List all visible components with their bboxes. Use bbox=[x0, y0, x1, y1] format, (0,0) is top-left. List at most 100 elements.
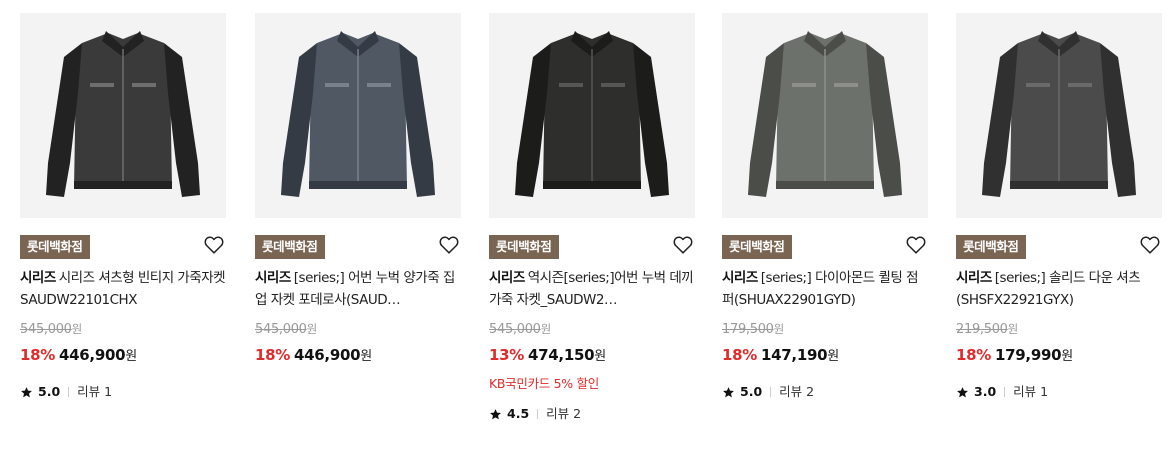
product-card-3: 롯데백화점 시리즈 역시즌[series;]어번 누벅 데끼 가죽 자켓_SAUD… bbox=[489, 13, 695, 453]
product-image-link[interactable] bbox=[956, 13, 1162, 218]
review-count[interactable]: 리뷰 2 bbox=[546, 406, 581, 422]
review-summary: 5.0 리뷰 1 bbox=[20, 384, 226, 400]
review-summary: 5.0 리뷰 2 bbox=[722, 384, 928, 400]
brand-name: 시리즈 bbox=[489, 270, 525, 286]
product-image-link[interactable] bbox=[489, 13, 695, 218]
review-count[interactable]: 리뷰 1 bbox=[77, 384, 112, 400]
wishlist-heart-icon[interactable] bbox=[905, 234, 927, 256]
nubuck-blazer-photo bbox=[489, 13, 695, 218]
discount-rate: 18% bbox=[722, 346, 758, 364]
rating-value: 4.5 bbox=[507, 406, 530, 421]
discount-rate: 13% bbox=[489, 346, 525, 364]
star-filled-icon bbox=[723, 386, 734, 397]
badge-row: 롯데백화점 bbox=[489, 235, 695, 262]
store-badge: 롯데백화점 bbox=[722, 235, 792, 259]
discount-rate: 18% bbox=[956, 346, 992, 364]
wishlist-heart-icon[interactable] bbox=[672, 234, 694, 256]
product-title-link[interactable]: 시리즈 시리즈 셔츠형 빈티지 가죽자켓 SAUDW22101CHX bbox=[20, 267, 226, 311]
review-summary: 3.0 리뷰 1 bbox=[956, 384, 1162, 400]
star-icon bbox=[20, 386, 33, 399]
heart-outline-icon bbox=[204, 236, 224, 254]
original-price: 545,000원 bbox=[489, 320, 695, 339]
product-image-link[interactable] bbox=[20, 13, 226, 218]
original-price: 545,000원 bbox=[255, 320, 461, 339]
store-badge: 롯데백화점 bbox=[20, 235, 90, 259]
sale-price-currency: 원 bbox=[360, 349, 372, 364]
brand-name: 시리즈 bbox=[255, 270, 291, 286]
original-price-currency: 원 bbox=[1007, 322, 1019, 336]
rating-value: 5.0 bbox=[38, 384, 61, 399]
product-title-link[interactable]: 시리즈 [series;] 어번 누벅 양가죽 집업 자켓 포데로사(SAUD… bbox=[255, 267, 461, 311]
star-filled-icon bbox=[490, 408, 501, 419]
original-price-value: 545,000 bbox=[489, 322, 541, 337]
down-shirt-jacket-photo bbox=[956, 13, 1162, 218]
store-badge: 롯데백화점 bbox=[489, 235, 559, 259]
product-title-link[interactable]: 시리즈 [series;] 다이아몬드 퀼팅 점퍼(SHUAX22901GYD) bbox=[722, 267, 928, 311]
sale-price-currency: 원 bbox=[125, 349, 137, 364]
product-title-link[interactable]: 시리즈 역시즌[series;]어번 누벅 데끼 가죽 자켓_SAUDW2… bbox=[489, 267, 695, 311]
review-divider bbox=[68, 387, 70, 397]
sale-price-row: 18% 179,990원 bbox=[956, 345, 1162, 367]
original-price: 545,000원 bbox=[20, 320, 226, 339]
product-card-4: 롯데백화점 시리즈 [series;] 다이아몬드 퀼팅 점퍼(SHUAX2290… bbox=[722, 13, 928, 453]
original-price-currency: 원 bbox=[306, 322, 318, 336]
badge-row: 롯데백화점 bbox=[255, 235, 461, 262]
sale-price-currency: 원 bbox=[1061, 349, 1073, 364]
wishlist-heart-icon[interactable] bbox=[203, 234, 225, 256]
sale-price-value: 474,150 bbox=[528, 346, 595, 364]
star-icon bbox=[489, 408, 502, 421]
heart-outline-icon bbox=[1140, 236, 1160, 254]
sale-price-currency: 원 bbox=[594, 349, 606, 364]
sale-price-row: 18% 147,190원 bbox=[722, 345, 928, 367]
original-price-value: 545,000 bbox=[20, 322, 72, 337]
sale-price-value: 446,900 bbox=[59, 346, 126, 364]
discount-rate: 18% bbox=[20, 346, 56, 364]
product-card-5: 롯데백화점 시리즈 [series;] 솔리드 다운 셔츠(SHSFX22921G… bbox=[956, 13, 1162, 453]
review-divider bbox=[537, 409, 539, 419]
heart-outline-icon bbox=[439, 236, 459, 254]
wishlist-heart-icon[interactable] bbox=[1139, 234, 1161, 256]
original-price: 219,500원 bbox=[956, 320, 1162, 339]
review-count[interactable]: 리뷰 2 bbox=[779, 384, 814, 400]
discount-rate: 18% bbox=[255, 346, 291, 364]
star-icon bbox=[956, 386, 969, 399]
star-filled-icon bbox=[21, 386, 32, 397]
product-title-link[interactable]: 시리즈 [series;] 솔리드 다운 셔츠(SHSFX22921GYX) bbox=[956, 267, 1162, 311]
product-image-link[interactable] bbox=[255, 13, 461, 218]
sale-price-value: 179,990 bbox=[995, 346, 1062, 364]
card-benefit: KB국민카드 5% 할인 bbox=[489, 376, 599, 391]
sale-price-row: 13% 474,150원 bbox=[489, 345, 695, 367]
sale-price-currency: 원 bbox=[827, 349, 839, 364]
original-price-value: 545,000 bbox=[255, 322, 307, 337]
suede-zip-jacket-photo bbox=[255, 13, 461, 218]
sale-price-value: 147,190 bbox=[761, 346, 828, 364]
badge-row: 롯데백화점 bbox=[956, 235, 1162, 262]
star-icon bbox=[722, 386, 735, 399]
review-summary: 4.5 리뷰 2 bbox=[489, 406, 695, 422]
brand-name: 시리즈 bbox=[722, 270, 758, 286]
original-price-value: 179,500 bbox=[722, 322, 774, 337]
sale-price-row: 18% 446,900원 bbox=[255, 345, 461, 367]
heart-outline-icon bbox=[673, 236, 693, 254]
review-divider bbox=[770, 387, 772, 397]
leather-jacket-photo bbox=[20, 13, 226, 218]
product-card-2: 롯데백화점 시리즈 [series;] 어번 누벅 양가죽 집업 자켓 포데로사(… bbox=[255, 13, 461, 453]
review-divider bbox=[1004, 387, 1006, 397]
review-count[interactable]: 리뷰 1 bbox=[1013, 384, 1048, 400]
wishlist-heart-icon[interactable] bbox=[438, 234, 460, 256]
badge-row: 롯데백화점 bbox=[20, 235, 226, 262]
original-price: 179,500원 bbox=[722, 320, 928, 339]
product-card-1: 롯데백화점 시리즈 시리즈 셔츠형 빈티지 가죽자켓 SAUDW22101CHX … bbox=[20, 13, 226, 453]
original-price-currency: 원 bbox=[71, 322, 83, 336]
star-filled-icon bbox=[957, 386, 968, 397]
sale-price-value: 446,900 bbox=[294, 346, 361, 364]
rating-value: 3.0 bbox=[974, 384, 997, 399]
product-grid: 롯데백화점 시리즈 시리즈 셔츠형 빈티지 가죽자켓 SAUDW22101CHX … bbox=[0, 0, 1174, 461]
store-badge: 롯데백화점 bbox=[255, 235, 325, 259]
quilted-jumper-photo bbox=[722, 13, 928, 218]
brand-name: 시리즈 bbox=[956, 270, 992, 286]
rating-value: 5.0 bbox=[740, 384, 763, 399]
original-price-value: 219,500 bbox=[956, 322, 1008, 337]
product-image-link[interactable] bbox=[722, 13, 928, 218]
original-price-currency: 원 bbox=[540, 322, 552, 336]
